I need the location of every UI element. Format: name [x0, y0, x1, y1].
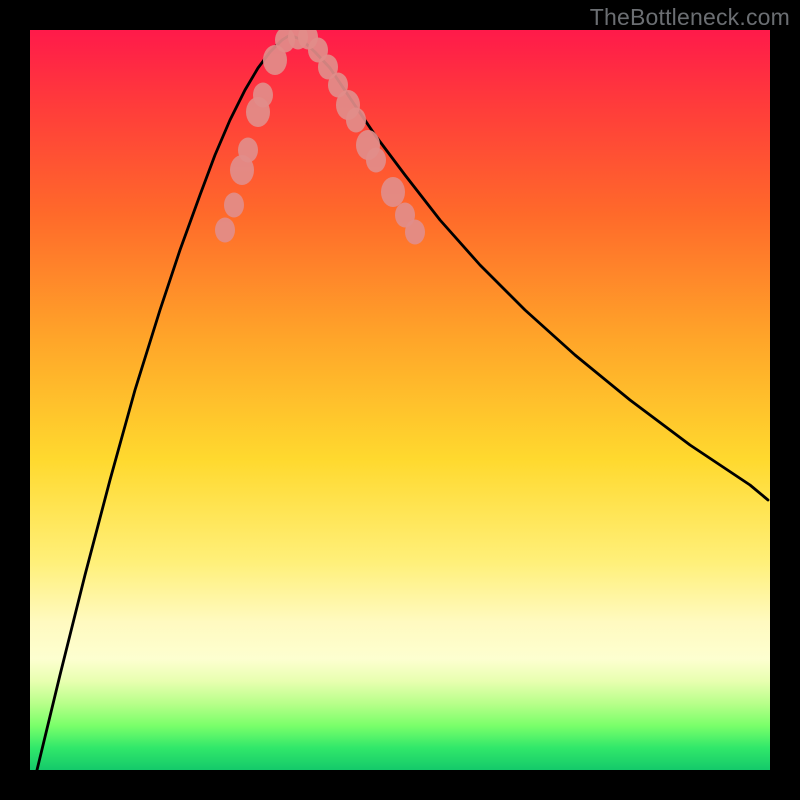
- chart-frame: TheBottleneck.com: [0, 0, 800, 800]
- curves-svg: [30, 30, 770, 770]
- right-curve: [290, 35, 768, 500]
- plot-area: [30, 30, 770, 770]
- pink-beads: [215, 30, 425, 245]
- watermark-text: TheBottleneck.com: [590, 4, 790, 31]
